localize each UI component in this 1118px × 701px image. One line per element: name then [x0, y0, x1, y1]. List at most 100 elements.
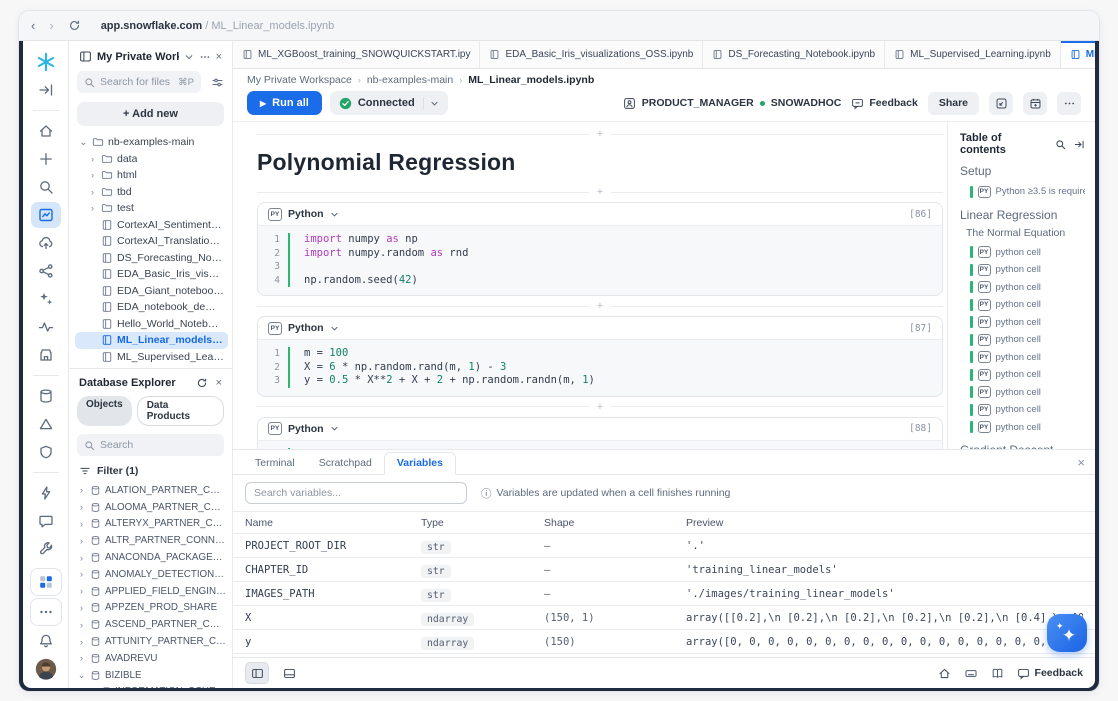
breadcrumb-repo[interactable]: nb-examples-main — [367, 74, 453, 86]
tree-folder[interactable]: ›html — [75, 167, 228, 184]
add-cell-divider[interactable]: + — [257, 298, 943, 314]
back-icon[interactable]: ‹ — [31, 19, 35, 32]
file-tab[interactable]: ML_XGBoost_training_SNOWQUICKSTART.ipy — [233, 41, 480, 68]
schedule-button[interactable] — [1023, 92, 1047, 115]
toc-section[interactable]: Linear Regression — [960, 208, 1085, 222]
variable-row[interactable]: Xndarray(150, 1)array([[0.2],\n [0.2],\n… — [233, 606, 1095, 630]
sidebar-item-create-new[interactable] — [31, 146, 61, 172]
tree-file[interactable]: ML_Supervised_Learning.i... — [75, 349, 228, 366]
tree-folder[interactable]: ›data — [75, 151, 228, 168]
variable-row[interactable]: PROJECT_ROOT_DIRstr–'.' — [233, 534, 1095, 558]
collapse-panel-icon[interactable]: × — [216, 51, 222, 63]
toc-section[interactable]: Setup — [960, 164, 1085, 178]
toggle-left-panel[interactable] — [245, 662, 269, 684]
chevron-down-icon[interactable] — [330, 424, 339, 433]
db-database-item[interactable]: ⌄BIZIBLE — [75, 667, 228, 684]
keyboard-icon[interactable] — [964, 667, 978, 680]
variable-row[interactable]: yndarray(150)array([0, 0, 0, 0, 0, 0, 0,… — [233, 630, 1095, 654]
tree-file[interactable]: EDA_notebook_demo.ipynb — [75, 299, 228, 316]
toc-cell-item[interactable]: PYpython cell — [970, 366, 1085, 384]
toc-collapse-icon[interactable] — [1074, 139, 1085, 150]
tree-folder[interactable]: ›tbd — [75, 184, 228, 201]
refresh-db-icon[interactable] — [196, 377, 208, 389]
toc-cell-item[interactable]: PYpython cell — [970, 419, 1085, 437]
db-tab-objects[interactable]: Objects — [77, 396, 132, 426]
refresh-icon[interactable] — [68, 19, 81, 32]
role-warehouse-selector[interactable]: PRODUCT_MANAGER SNOWADHOC — [623, 97, 842, 110]
chevron-down-icon[interactable] — [184, 52, 194, 62]
sidebar-item-data-lake[interactable] — [31, 411, 61, 437]
sidebar-item-ai-ml[interactable] — [31, 286, 61, 312]
sidebar-item-tools[interactable] — [31, 536, 61, 562]
tree-file[interactable]: EDA_Basic_Iris_visualizatio... — [75, 266, 228, 283]
tree-file[interactable]: EDA_Giant_notebook_170c... — [75, 283, 228, 300]
chevron-down-icon[interactable] — [330, 324, 339, 333]
forward-icon[interactable]: › — [49, 19, 53, 32]
variable-row[interactable]: IMAGES_PATHstr–'./images/training_linear… — [233, 582, 1095, 606]
panel-tab-variables[interactable]: Variables — [384, 452, 456, 475]
tree-file[interactable]: ML_Linear_models.ipynb — [75, 332, 228, 349]
feedback-button-bottom[interactable]: Feedback — [1017, 667, 1083, 680]
db-search-input[interactable] — [100, 439, 170, 451]
cell-code[interactable]: 1plt.plot(X, y, "b.")2plt.xlabel("$x_1$"… — [258, 441, 942, 450]
file-search-input[interactable] — [100, 76, 170, 88]
toc-cell-item[interactable]: PYpython cell — [970, 384, 1085, 402]
chevron-down-icon[interactable] — [330, 210, 339, 219]
run-all-button[interactable]: ▶ Run all — [247, 91, 322, 115]
db-database-item[interactable]: ›APPZEN_PROD_SHARE — [75, 600, 228, 617]
docs-book-icon[interactable] — [991, 667, 1004, 680]
db-database-item[interactable]: ›ANOMALY_DETECTION_APP — [75, 566, 228, 583]
file-tab[interactable]: DS_Forecasting_Notebook.ipynb — [703, 41, 885, 68]
sidebar-item-collaboration[interactable] — [31, 258, 61, 284]
breadcrumb-workspace[interactable]: My Private Workspace — [247, 74, 352, 86]
toc-cell-item[interactable]: PYpython cell — [970, 279, 1085, 297]
db-database-item[interactable]: ›ANACONDA_PACKAGE_SH... — [75, 549, 228, 566]
cell-code[interactable]: 1import numpy as np2import numpy.random … — [258, 226, 942, 295]
db-database-item[interactable]: ›ALTERYX_PARTNER_CONN... — [75, 516, 228, 533]
db-database-item[interactable]: ›ALATION_PARTNER_CONN... — [75, 482, 228, 499]
close-panel-icon[interactable]: × — [1077, 455, 1085, 470]
tree-file[interactable]: CortexAI_Sentiment_Anal... — [75, 217, 228, 234]
toc-cell-item[interactable]: PYpython cell — [970, 314, 1085, 332]
more-actions-button[interactable] — [1057, 92, 1081, 115]
sidebar-item-search[interactable] — [31, 174, 61, 200]
db-search[interactable] — [77, 434, 224, 456]
file-search[interactable]: ⌘P — [77, 71, 201, 93]
toc-search-icon[interactable] — [1055, 139, 1066, 150]
add-new-button[interactable]: + Add new — [77, 102, 224, 126]
filter-sliders-icon[interactable] — [211, 76, 224, 89]
cell-code[interactable]: 1m = 1002X = 6 * np.random.rand(m, 1) - … — [258, 340, 942, 396]
collapse-db-icon[interactable]: × — [216, 377, 222, 389]
file-tab[interactable]: ML_Linear_models.ipynb — [1061, 41, 1095, 68]
panel-tab-terminal[interactable]: Terminal — [243, 453, 307, 474]
address-bar[interactable]: app.snowflake.com / ML_Linear_models.ipy… — [101, 20, 335, 32]
file-tab[interactable]: EDA_Basic_Iris_visualizations_OSS.ipynb — [480, 41, 703, 68]
ai-assistant-button[interactable]: ✦ ✦ — [1047, 614, 1087, 652]
sidebar-item-governance[interactable] — [31, 439, 61, 465]
file-tab[interactable]: ML_Supervised_Learning.ipynb — [885, 41, 1061, 68]
feedback-button[interactable]: Feedback — [851, 97, 917, 110]
db-database-item[interactable]: ›ALTR_PARTNER_CONNECT — [75, 532, 228, 549]
sidebar-item-data-ingestion[interactable] — [31, 230, 61, 256]
cell-header[interactable]: PYPython[88] — [258, 418, 942, 441]
sidebar-item-home[interactable] — [31, 118, 61, 144]
sidebar-item-support-chat[interactable] — [31, 508, 61, 534]
db-database-item[interactable]: ›APPLIED_FIELD_ENGINEERI... — [75, 583, 228, 600]
panel-tab-scratchpad[interactable]: Scratchpad — [307, 453, 384, 474]
sidebar-item-more-options[interactable] — [30, 598, 62, 626]
more-icon[interactable] — [199, 51, 211, 63]
toc-cell-item[interactable]: PYpython cell — [970, 349, 1085, 367]
home-shortcut-icon[interactable] — [938, 667, 951, 680]
toc-cell-item[interactable]: PYpython cell — [970, 296, 1085, 314]
db-database-item[interactable]: ›ASCEND_PARTNER_CONNE... — [75, 616, 228, 633]
tree-file[interactable]: Hello_World_Notebook.ipy... — [75, 316, 228, 333]
toc-cell-item[interactable]: PYPython ≥3.5 is required — [970, 183, 1085, 201]
db-schema-item[interactable]: ›INFORMATION_SCHEMA — [75, 684, 228, 688]
toc-cell-item[interactable]: PYpython cell — [970, 261, 1085, 279]
db-filter[interactable]: Filter (1) — [69, 458, 232, 481]
cell-header[interactable]: PYPython[87] — [258, 317, 942, 340]
tree-file[interactable]: CortexAI_Translation_SNO... — [75, 233, 228, 250]
tree-file[interactable]: DS_Forecasting_Noteboo... — [75, 250, 228, 267]
cell-header[interactable]: PYPython[86] — [258, 203, 942, 226]
sidebar-item-activity[interactable] — [31, 314, 61, 340]
